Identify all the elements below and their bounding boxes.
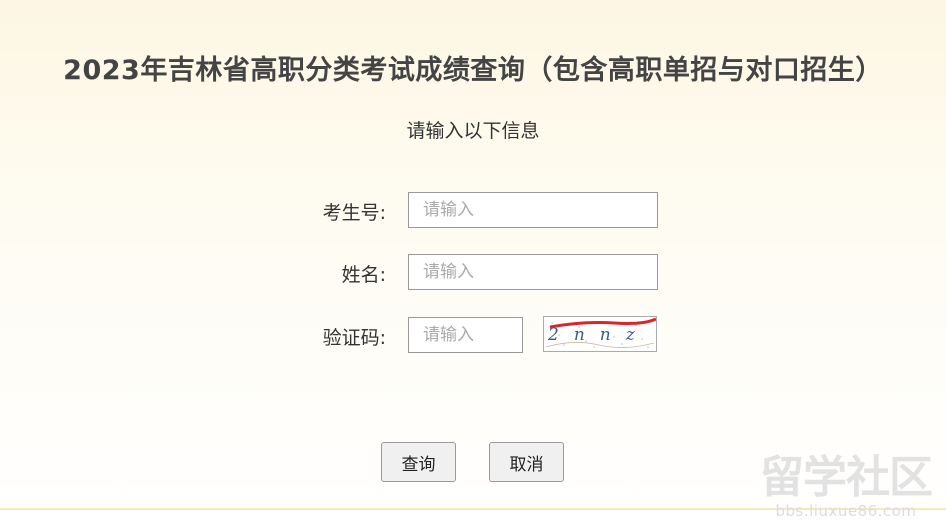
query-button[interactable]: 查询 bbox=[381, 442, 456, 482]
captcha-text: 2nnz bbox=[547, 325, 650, 345]
site-watermark: 留学社区 bbs.liuxue86.com bbox=[760, 452, 933, 521]
captcha-image[interactable]: 2nnz bbox=[543, 316, 657, 352]
watermark-logo-text: 留学社区 bbox=[760, 452, 933, 503]
watermark-url: bbs.liuxue86.com bbox=[775, 502, 917, 520]
name-input[interactable] bbox=[408, 254, 658, 290]
captcha-label: 验证码: bbox=[322, 327, 386, 349]
exam-number-input[interactable] bbox=[408, 192, 658, 228]
captcha-graphic: 2nnz bbox=[545, 317, 657, 348]
exam-number-label: 考生号: bbox=[322, 202, 386, 224]
name-row: 姓名: bbox=[0, 254, 946, 292]
page-subtitle: 请输入以下信息 bbox=[406, 120, 540, 142]
exam-number-row: 考生号: bbox=[0, 192, 946, 230]
captcha-input[interactable] bbox=[408, 317, 523, 353]
name-label: 姓名: bbox=[341, 264, 386, 286]
cancel-button[interactable]: 取消 bbox=[489, 442, 564, 482]
page-title: 2023年吉林省高职分类考试成绩查询（包含高职单招与对口招生） bbox=[63, 55, 883, 86]
captcha-row: 验证码: 2nnz bbox=[0, 316, 946, 355]
